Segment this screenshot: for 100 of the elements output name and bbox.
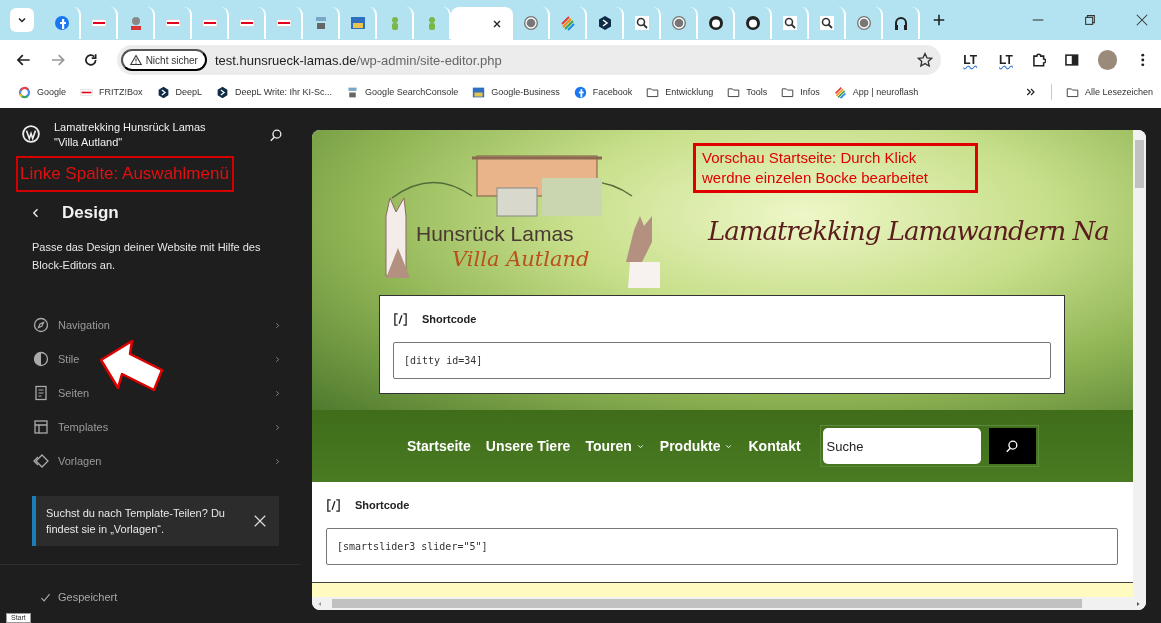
round-logo-icon — [670, 15, 687, 31]
picture-icon — [472, 85, 486, 99]
chevron-right-icon — [273, 422, 282, 432]
bookmark[interactable]: Entwicklung — [646, 85, 714, 99]
folder-icon — [646, 85, 660, 99]
warning-icon — [129, 54, 142, 66]
shortcode-block[interactable]: Shortcode [ditty id=34] — [379, 295, 1065, 394]
side-panel-icon[interactable] — [1064, 52, 1080, 68]
save-status: Gespeichert — [58, 591, 118, 603]
search-icon — [818, 15, 835, 31]
folder-icon — [781, 85, 795, 99]
search-icon — [633, 15, 650, 31]
shortcode-icon — [393, 311, 408, 327]
extension-button[interactable]: LT — [963, 53, 978, 67]
bookmark[interactable]: DeepL Write: Ihr KI-Sc... — [216, 85, 333, 99]
hexagon-logo-icon — [596, 15, 613, 31]
chevron-right-icon — [273, 354, 282, 364]
nav-link[interactable]: Startseite — [407, 438, 471, 454]
panel-heading: Design — [62, 203, 119, 223]
nav-link[interactable]: Produkte — [659, 438, 734, 454]
round-logo-icon — [855, 15, 872, 31]
avatar-circle[interactable] — [1097, 50, 1118, 70]
menu-item[interactable]: Seiten — [0, 376, 300, 410]
close-button[interactable] — [253, 514, 267, 528]
address-bar[interactable]: Nicht sicher test.hunsrueck-lamas.de/wp-admin/site-editor.php — [116, 45, 942, 75]
round-logo-icon — [744, 15, 761, 31]
bookmark[interactable]: Google SearchConsole — [346, 85, 459, 99]
nav-link[interactable]: Touren — [585, 438, 645, 454]
hexagon-logo-icon — [156, 85, 170, 99]
code-field[interactable]: [ditty id=34] — [393, 342, 1051, 379]
chevron-right-icon — [273, 456, 282, 466]
back-arrow-icon[interactable] — [16, 52, 32, 68]
bookmark[interactable]: Google — [18, 85, 67, 99]
contrast-icon — [33, 351, 49, 367]
bookmark[interactable]: Alle Lesezeichen — [1065, 85, 1153, 99]
security-chip[interactable]: Nicht sicher — [120, 49, 207, 71]
round-logo-icon — [707, 15, 724, 31]
annotation-label: Vorschau Startseite: Durch Klick werdne einzelen Bocke bearbeitet — [693, 143, 978, 193]
headphones-icon — [892, 15, 909, 31]
scroll-left-icon — [316, 599, 324, 608]
plus-icon[interactable] — [932, 13, 946, 27]
menu-item[interactable]: Navigation — [0, 308, 300, 342]
folder-icon — [727, 85, 741, 99]
shortcode-icon — [326, 497, 341, 513]
extension-button[interactable]: LT — [999, 53, 1013, 67]
menu-item[interactable]: Stile — [0, 342, 300, 376]
site-title: Lamatrekking Hunsrück Lamas "Villa Autland" — [54, 120, 207, 150]
stripes-logo-icon — [833, 85, 847, 99]
reload-icon[interactable] — [83, 52, 99, 68]
hexagon-logo-icon — [216, 85, 230, 99]
close-icon[interactable] — [1135, 13, 1149, 27]
logo-subtitle: Villa Autland — [452, 247, 590, 271]
search-icon — [781, 15, 798, 31]
folder-icon — [1065, 85, 1079, 99]
chevron-right-icon — [273, 388, 282, 398]
block-title: Shortcode — [355, 499, 410, 511]
round-logo-icon — [573, 85, 587, 99]
menu-item[interactable]: Templates — [0, 410, 300, 444]
bookmark[interactable]: Google-Business — [472, 85, 560, 99]
round-logo-icon — [522, 15, 539, 31]
bookmark[interactable]: Facebook — [573, 85, 633, 99]
search-field[interactable]: Suche — [822, 428, 981, 464]
layout-icon — [33, 419, 49, 435]
search-icon[interactable] — [269, 128, 283, 142]
restore-icon[interactable] — [1083, 13, 1097, 27]
stripes-logo-icon — [559, 15, 576, 31]
close-icon — [253, 514, 267, 528]
pointer-arrow — [98, 338, 166, 394]
annotation-label: Linke Spalte: Auswahlmenü — [16, 156, 234, 192]
bookmark[interactable]: FRITZ!Box — [80, 85, 143, 99]
bookmark[interactable]: App | neuroflash — [833, 85, 919, 99]
compass-icon — [33, 317, 49, 333]
scroll-right-icon — [1134, 599, 1142, 608]
chevron-right-icon — [273, 320, 282, 330]
close-icon[interactable] — [491, 18, 503, 30]
search-button[interactable] — [988, 428, 1036, 464]
search-icon — [1005, 439, 1020, 453]
bookmark[interactable]: DeepL — [156, 85, 203, 99]
forward-arrow-icon[interactable] — [49, 52, 66, 68]
puzzle-icon[interactable] — [1030, 52, 1047, 68]
menu-item[interactable]: Vorlagen — [0, 444, 300, 478]
code-field[interactable]: [smartslider3 slider="5"] — [326, 528, 1118, 565]
document-icon — [33, 385, 49, 401]
banner-tagline: Lamatrekking Lamawandern Na — [708, 216, 1109, 246]
star-icon[interactable] — [917, 52, 934, 68]
ring-logo-icon — [18, 85, 31, 99]
double-chevron-icon[interactable] — [1024, 86, 1037, 98]
bookmark[interactable]: Infos — [781, 85, 820, 99]
round-logo-icon[interactable] — [22, 125, 40, 143]
logo-title: Hunsrück Lamas — [416, 222, 574, 246]
server-icon — [346, 85, 360, 99]
block-title: Shortcode — [422, 313, 477, 325]
vertical-scrollbar[interactable] — [1133, 130, 1146, 597]
horizontal-scrollbar[interactable] — [312, 597, 1146, 610]
picture-icon — [349, 15, 366, 31]
nav-link[interactable]: Unsere Tiere — [485, 438, 571, 454]
nav-link[interactable]: Kontakt — [748, 438, 801, 454]
notice-text: Suchst du nach Template-Teilen? Du findest sie in „Vorlagen“. — [46, 506, 226, 537]
round-logo-icon — [53, 15, 70, 31]
bookmark[interactable]: Tools — [727, 85, 768, 99]
